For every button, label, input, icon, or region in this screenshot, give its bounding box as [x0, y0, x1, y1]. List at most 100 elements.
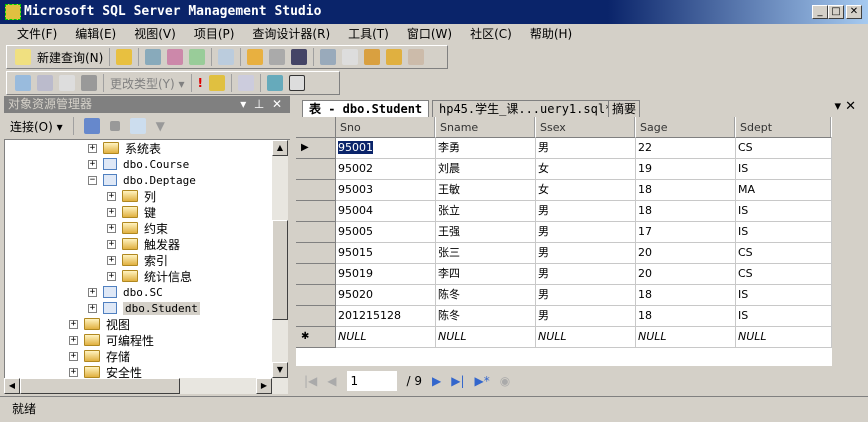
tree-item[interactable]: + 列: [107, 188, 156, 204]
grid-cell[interactable]: 18: [636, 306, 736, 327]
row-header[interactable]: [296, 201, 336, 222]
maximize-button[interactable]: □: [828, 5, 844, 19]
registered-servers-icon[interactable]: [320, 49, 337, 65]
group-by-icon[interactable]: [238, 75, 255, 91]
refresh-icon[interactable]: [129, 118, 146, 134]
grid-cell[interactable]: 男: [536, 138, 636, 159]
menu-item[interactable]: 查询设计器(R): [243, 24, 339, 44]
scroll-left-button[interactable]: ◀: [4, 378, 20, 394]
expand-icon[interactable]: +: [107, 223, 116, 233]
grid-cell[interactable]: 刘晨: [436, 159, 536, 180]
menu-item[interactable]: 社区(C): [461, 24, 521, 44]
row-header[interactable]: [296, 180, 336, 201]
grid-cell[interactable]: 19: [636, 159, 736, 180]
row-header[interactable]: [296, 264, 336, 285]
results-pane-icon[interactable]: [81, 75, 97, 91]
tree-item[interactable]: + dbo.SC: [88, 284, 163, 300]
grid-cell[interactable]: 95019: [336, 264, 436, 285]
grid-cell[interactable]: CS: [736, 243, 832, 264]
grid-cell[interactable]: IS: [736, 222, 832, 243]
menu-item[interactable]: 文件(F): [8, 24, 66, 44]
grid-cell[interactable]: 陈冬: [436, 306, 536, 327]
expand-icon[interactable]: +: [107, 239, 116, 249]
tree-vertical-scrollbar[interactable]: ▲ ▼: [272, 140, 288, 378]
last-record-icon[interactable]: ▶|: [451, 374, 464, 388]
scroll-right-button[interactable]: ▶: [256, 378, 272, 394]
column-header[interactable]: Ssex: [536, 117, 636, 138]
grid-cell[interactable]: 王敏: [436, 180, 536, 201]
grid-cell[interactable]: 95004: [336, 201, 436, 222]
disconnect-icon[interactable]: [83, 118, 100, 134]
grid-cell[interactable]: 男: [536, 264, 636, 285]
stop-icon[interactable]: ◉: [500, 374, 510, 388]
next-record-icon[interactable]: ▶: [432, 374, 441, 388]
grid-cell[interactable]: NULL: [436, 327, 536, 348]
grid-cell[interactable]: 17: [636, 222, 736, 243]
hscroll-thumb[interactable]: [20, 378, 180, 394]
menu-item[interactable]: 项目(P): [185, 24, 244, 44]
grid-cell[interactable]: IS: [736, 201, 832, 222]
minimize-button[interactable]: _: [812, 5, 828, 19]
menu-item[interactable]: 编辑(E): [66, 24, 125, 44]
menu-item[interactable]: 帮助(H): [521, 24, 581, 44]
grid-cell[interactable]: 张三: [436, 243, 536, 264]
tab-summary[interactable]: 摘要: [608, 100, 641, 117]
grid-cell[interactable]: 陈冬: [436, 285, 536, 306]
template-explorer-icon[interactable]: [364, 49, 381, 65]
row-header[interactable]: ▶: [296, 138, 336, 159]
grid-cell[interactable]: 201215128: [336, 306, 436, 327]
tab-query[interactable]: hp45.学生_课...uery1.sql*: [432, 100, 620, 117]
grid-cell[interactable]: 95020: [336, 285, 436, 306]
grid-cell[interactable]: 20: [636, 264, 736, 285]
add-table-icon[interactable]: [267, 75, 284, 91]
grid-cell[interactable]: NULL: [636, 327, 736, 348]
expand-icon[interactable]: +: [107, 271, 116, 281]
column-header[interactable]: Sname: [436, 117, 536, 138]
grid-cell[interactable]: 李四: [436, 264, 536, 285]
expand-icon[interactable]: +: [69, 367, 78, 377]
grid-corner[interactable]: [296, 117, 336, 138]
grid-cell[interactable]: 女: [536, 180, 636, 201]
tab-close-controls[interactable]: ▾ ✕: [834, 99, 856, 114]
grid-cell[interactable]: NULL: [336, 327, 436, 348]
grid-cell[interactable]: MA: [736, 180, 832, 201]
tree-horizontal-scrollbar[interactable]: ◀ ▶: [4, 378, 288, 394]
column-header[interactable]: Sdept: [736, 117, 832, 138]
row-header[interactable]: ✱: [296, 327, 336, 348]
grid-cell[interactable]: CS: [736, 138, 832, 159]
grid-cell[interactable]: 女: [536, 159, 636, 180]
properties-icon[interactable]: [386, 49, 403, 65]
grid-cell[interactable]: 张立: [436, 201, 536, 222]
dmx-query-icon[interactable]: [167, 49, 184, 65]
expand-icon[interactable]: +: [88, 159, 97, 169]
tree-item[interactable]: + 安全性: [69, 364, 142, 378]
mdx-query-icon[interactable]: [145, 49, 162, 65]
expand-icon[interactable]: +: [88, 303, 97, 313]
row-header[interactable]: [296, 306, 336, 327]
open-file-icon[interactable]: [247, 49, 264, 65]
tree-item[interactable]: + 键: [107, 204, 156, 220]
grid-cell[interactable]: 18: [636, 180, 736, 201]
grid-cell[interactable]: 20: [636, 243, 736, 264]
grid-cell[interactable]: 男: [536, 243, 636, 264]
save-all-icon[interactable]: [291, 49, 308, 65]
expand-icon[interactable]: +: [107, 207, 116, 217]
save-icon[interactable]: [269, 49, 286, 65]
grid-cell[interactable]: IS: [736, 285, 832, 306]
database-query-icon[interactable]: [116, 49, 133, 65]
row-header[interactable]: [296, 159, 336, 180]
diagram-pane-icon[interactable]: [15, 75, 31, 91]
criteria-pane-icon[interactable]: [37, 75, 53, 91]
tree-item[interactable]: + 视图: [69, 316, 130, 332]
tree-item[interactable]: + 约束: [107, 220, 168, 236]
previous-record-icon[interactable]: ◀: [327, 374, 336, 388]
xmla-query-icon[interactable]: [189, 49, 206, 65]
grid-cell[interactable]: 95003: [336, 180, 436, 201]
scroll-down-button[interactable]: ▼: [272, 362, 288, 378]
first-record-icon[interactable]: |◀: [304, 374, 317, 388]
column-header[interactable]: Sage: [636, 117, 736, 138]
expand-icon[interactable]: +: [107, 255, 116, 265]
tree-item[interactable]: + 统计信息: [107, 268, 192, 284]
tab-table-student[interactable]: 表 - dbo.Student: [302, 100, 430, 117]
grid-cell[interactable]: 95001: [336, 138, 436, 159]
